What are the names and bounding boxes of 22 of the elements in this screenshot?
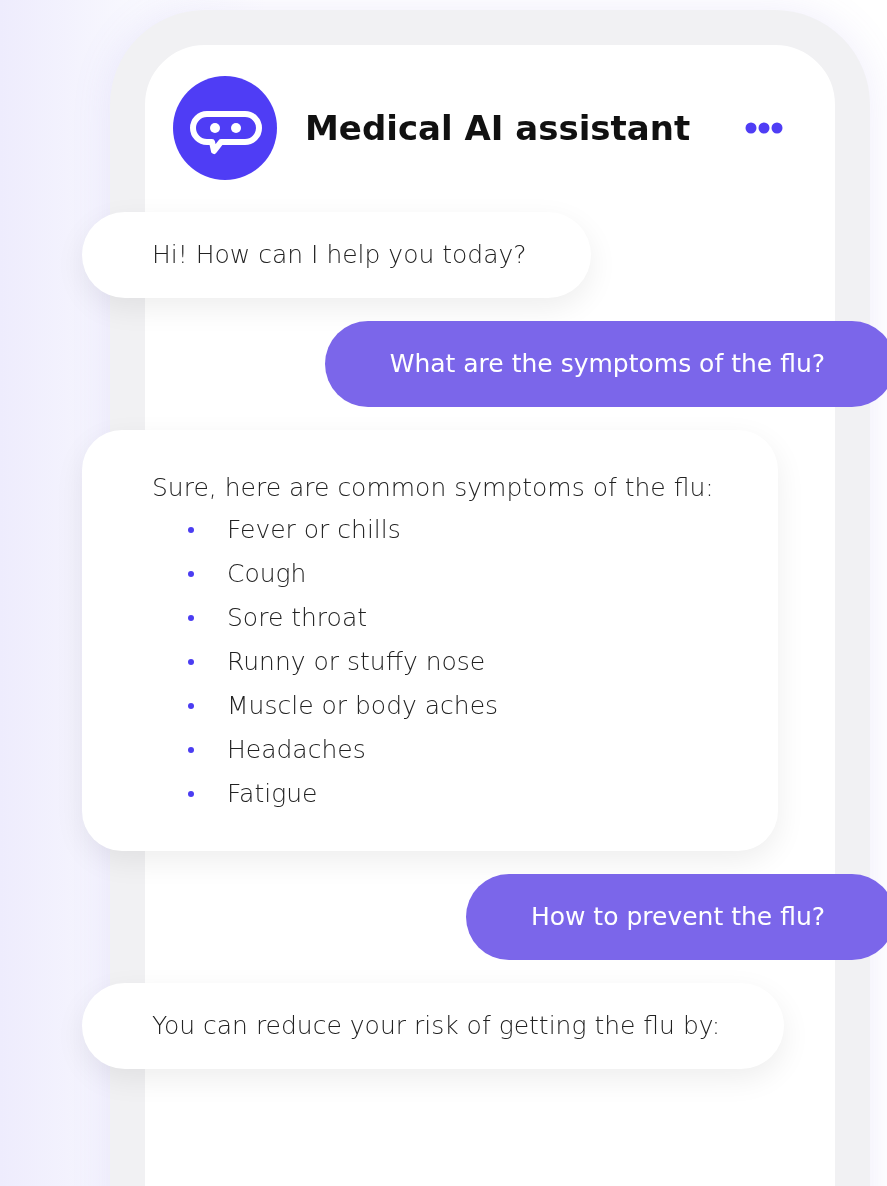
bullet-icon	[188, 791, 194, 797]
assistant-message: You can reduce your risk of getting the flu by:	[82, 983, 785, 1069]
assistant-message: Hi! How can I help you today?	[82, 212, 591, 298]
bullet-icon	[188, 571, 194, 577]
list-item: Fatigue	[227, 778, 318, 810]
list-item: Sore throat	[227, 602, 367, 634]
chatbot-logo-icon	[173, 76, 277, 180]
bullet-icon	[188, 527, 194, 533]
list-item: Fever or chills	[227, 514, 401, 546]
bullet-icon	[188, 615, 194, 621]
list-item: Cough	[227, 558, 307, 590]
user-message: How to prevent the flu?	[465, 874, 887, 960]
assistant-title: Medical AI assistant	[305, 108, 692, 148]
bullet-icon	[188, 747, 194, 753]
bullet-icon	[188, 659, 194, 665]
user-message: What are the symptoms of the flu?	[324, 321, 887, 407]
list-item: Muscle or body aches	[227, 690, 499, 722]
more-options-icon[interactable]	[745, 122, 783, 134]
bullet-icon	[188, 703, 194, 709]
list-item: Headaches	[227, 734, 366, 766]
list-item: Runny or stuffy nose	[227, 646, 486, 678]
message-text: Sure, here are common symptoms of the flu:	[152, 472, 714, 504]
